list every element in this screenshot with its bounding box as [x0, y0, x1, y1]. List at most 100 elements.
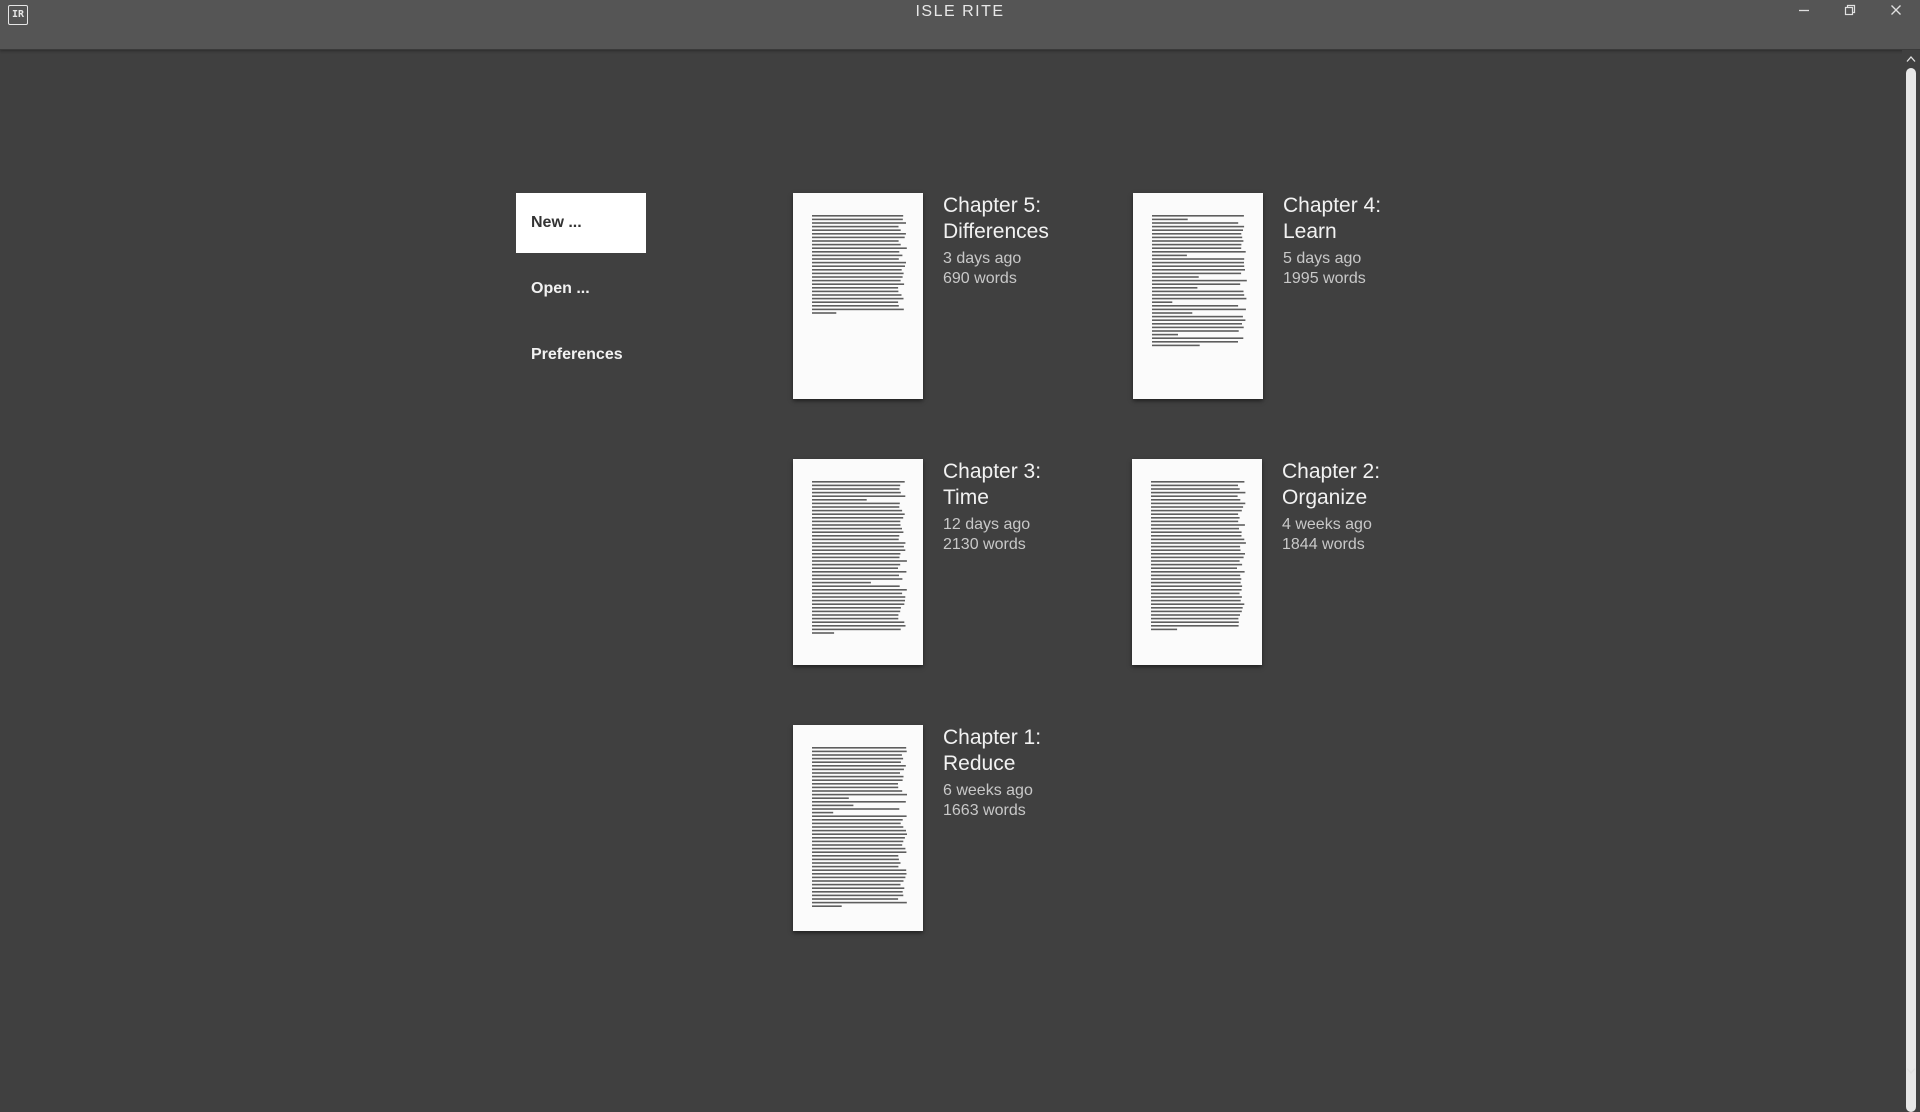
- document-modified: 4 weeks ago: [1282, 516, 1372, 533]
- restore-button[interactable]: [1830, 0, 1870, 20]
- preview-text-line: [1151, 545, 1241, 548]
- document-thumbnail[interactable]: [1132, 459, 1262, 665]
- preview-text-line: [1151, 502, 1246, 505]
- preview-text-line: [812, 233, 906, 235]
- preview-text-line: [812, 254, 903, 257]
- preview-text-line: [812, 574, 899, 577]
- preview-text-line: [1151, 517, 1240, 519]
- preview-text-line: [1152, 297, 1247, 300]
- preview-text-line: [1151, 617, 1239, 620]
- scroll-down-button[interactable]: [1902, 1064, 1920, 1078]
- preview-text-line: [812, 502, 900, 505]
- preview-text-line: [812, 747, 907, 749]
- preview-text-line: [812, 883, 901, 886]
- close-icon: [1891, 5, 1901, 15]
- window-title: ISLE RITE: [915, 3, 1005, 20]
- document-thumbnail[interactable]: [793, 193, 923, 399]
- document-card[interactable]: Chapter 5: Differences 3 days ago 690 wo…: [793, 193, 1133, 403]
- document-card[interactable]: Chapter 2: Organize 4 weeks ago 1844 wor…: [1132, 459, 1472, 669]
- scroll-up-button[interactable]: [1902, 52, 1920, 66]
- preview-text-line: [812, 265, 905, 267]
- preview-text-line: [1151, 596, 1242, 598]
- document-card[interactable]: Chapter 1: Reduce 6 weeks ago 1663 words: [793, 725, 1133, 935]
- preview-text-line: [1152, 269, 1245, 271]
- preview-text-line: [812, 527, 902, 530]
- preview-text-line: [812, 819, 903, 821]
- preview-text-line: [1152, 279, 1247, 282]
- preview-text-line: [1151, 542, 1246, 544]
- preview-text-line: [812, 517, 904, 519]
- preview-text-line: [812, 837, 905, 839]
- preview-text-line: [812, 775, 904, 778]
- preview-text-line: [812, 822, 901, 825]
- preview-text-line: [812, 855, 899, 857]
- document-thumbnail[interactable]: [1133, 193, 1263, 399]
- preview-text-line: [1152, 247, 1242, 249]
- document-card[interactable]: Chapter 4: Learn 5 days ago 1995 words: [1133, 193, 1473, 403]
- preview-text-line: [812, 790, 903, 792]
- preview-text-line: [812, 901, 907, 904]
- preview-text-line: [812, 247, 907, 249]
- preview-text-line: [1152, 272, 1242, 275]
- preview-text-line: [1151, 488, 1240, 490]
- preview-text-line: [812, 549, 906, 551]
- preview-text-line: [812, 553, 901, 555]
- preview-text-line: [812, 768, 904, 771]
- preview-text-line: [1152, 301, 1173, 303]
- preview-text-line: [812, 757, 904, 760]
- preview-text-line: [812, 858, 899, 861]
- new-document-button[interactable]: New ...: [516, 193, 646, 253]
- preview-text-line: [1152, 294, 1245, 296]
- preview-text-line: [812, 571, 907, 573]
- vertical-scrollbar[interactable]: [1902, 50, 1920, 1112]
- preview-text-line: [1151, 538, 1245, 541]
- preview-text-line: [1151, 614, 1240, 616]
- preview-text-line: [812, 754, 902, 756]
- preview-text-line: [812, 826, 904, 828]
- document-title: Chapter 1: Reduce: [943, 726, 1042, 775]
- preview-text-line: [812, 542, 906, 544]
- preview-text-line: [1152, 305, 1239, 307]
- preview-text-line: [812, 545, 904, 548]
- preview-text-line: [1151, 513, 1239, 515]
- preview-text-line: [812, 225, 899, 228]
- minimize-button[interactable]: [1784, 0, 1824, 20]
- document-info: Chapter 2: Organize 4 weeks ago 1844 wor…: [1282, 459, 1472, 555]
- preview-text-line: [812, 894, 904, 897]
- scrollbar-thumb[interactable]: [1906, 68, 1916, 1112]
- preview-text-line: [812, 876, 906, 879]
- preview-text-line: [812, 269, 902, 271]
- preview-text-line: [1151, 567, 1237, 569]
- preview-text-line: [812, 243, 901, 246]
- preview-text-line: [1152, 258, 1245, 260]
- preview-text-line: [812, 578, 903, 580]
- chevron-up-icon: [1906, 56, 1916, 62]
- open-document-button[interactable]: Open ...: [516, 259, 646, 319]
- preview-text-line: [812, 513, 905, 515]
- preview-text-line: [812, 236, 905, 239]
- chevron-down-icon: [1906, 1068, 1916, 1074]
- preview-text-line: [812, 840, 904, 843]
- preview-text-line: [1151, 506, 1244, 508]
- document-card[interactable]: Chapter 3: Time 12 days ago 2130 words: [793, 459, 1133, 669]
- preview-text-line: [1152, 240, 1244, 242]
- preview-text-line: [812, 599, 905, 602]
- preview-text-line: [812, 215, 904, 217]
- preview-text-line: [812, 283, 905, 285]
- preview-text-line: [812, 495, 906, 497]
- preview-text-line: [812, 905, 842, 907]
- document-thumbnail[interactable]: [793, 459, 923, 665]
- preview-text-line: [1151, 603, 1245, 605]
- preview-text-line: [812, 617, 899, 620]
- preview-text-line: [812, 294, 902, 296]
- document-word-count: 2130 words: [943, 536, 1026, 553]
- title-bar[interactable]: IR ISLE RITE: [0, 0, 1920, 50]
- preview-text-line: [1152, 319, 1246, 321]
- preferences-button[interactable]: Preferences: [516, 325, 646, 385]
- preview-text-line: [812, 229, 901, 231]
- document-thumbnail[interactable]: [793, 725, 923, 931]
- page-preview: [1151, 481, 1246, 631]
- close-button[interactable]: [1876, 0, 1916, 20]
- preview-text-line: [812, 560, 907, 562]
- preview-text-line: [812, 509, 903, 512]
